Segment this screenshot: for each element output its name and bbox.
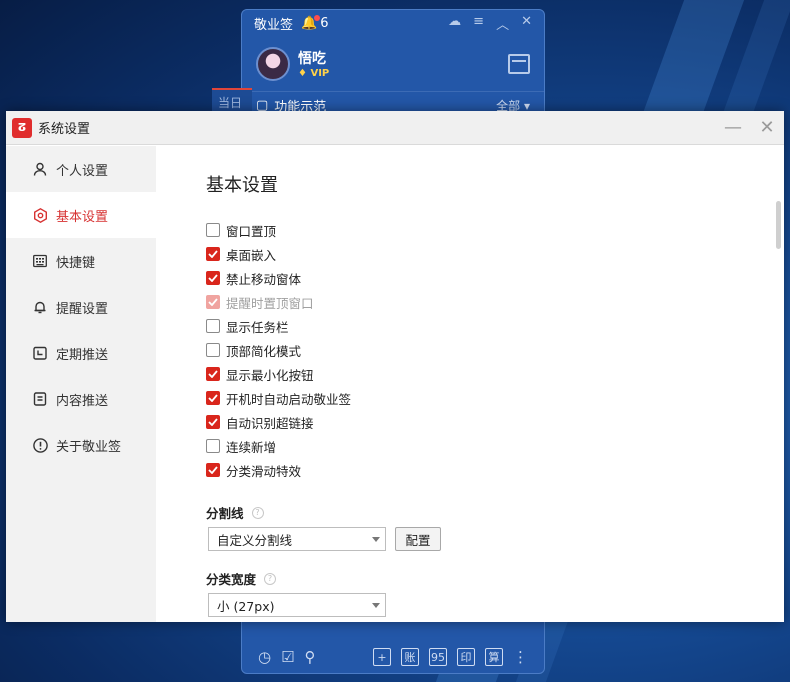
sidebar-item-label: 内容推送 <box>56 393 109 409</box>
note-app-title: 敬业签 <box>254 17 294 33</box>
calendar-icon[interactable] <box>508 53 530 74</box>
scrollbar-thumb[interactable] <box>776 201 781 249</box>
sidebar-item-shortcuts[interactable]: 快捷键 <box>6 238 156 284</box>
option-label: 显示最小化按钮 <box>226 367 314 383</box>
option-row[interactable]: 分类滑动特效 <box>206 458 351 482</box>
option-label: 显示任务栏 <box>226 319 289 335</box>
sidebar-item-reminders[interactable]: 提醒设置 <box>6 284 156 330</box>
checkbox-checked[interactable] <box>206 367 220 381</box>
category-width-select[interactable]: 小 (27px) <box>208 593 386 617</box>
sidebar-item-personal[interactable]: 个人设置 <box>6 146 156 192</box>
minimize-button[interactable]: — <box>716 111 750 145</box>
document-icon <box>32 391 48 407</box>
option-row[interactable]: 开机时自动启动敬业签 <box>206 386 351 410</box>
sidebar-item-label: 个人设置 <box>56 163 109 179</box>
note-toolbar: ◷ ☑ ⚲ + 账 95 印 算 ⋮ <box>242 641 544 673</box>
calculate-button[interactable]: 算 <box>485 648 503 666</box>
divider-config-button[interactable]: 配置 <box>395 527 441 551</box>
help-icon[interactable]: ? <box>251 506 264 519</box>
sidebar-item-label: 关于敬业签 <box>56 439 122 455</box>
close-button[interactable]: ✕ <box>750 111 784 145</box>
option-row[interactable]: 顶部简化模式 <box>206 338 351 362</box>
settings-dialog: ⵒ 系统设置 — ✕ 个人设置 基本设置 快捷键 提醒设置 定期推送 内容推送 … <box>6 111 784 622</box>
option-row[interactable]: 连续新增 <box>206 434 351 458</box>
bell-icon <box>32 299 48 315</box>
option-row[interactable]: 自动识别超链接 <box>206 410 351 434</box>
info-icon <box>32 437 48 453</box>
checkbox-checked[interactable] <box>206 391 220 405</box>
option-label: 桌面嵌入 <box>226 247 277 263</box>
divider-label: 分割线 ? <box>206 503 264 522</box>
category-width-label: 分类宽度 ? <box>206 569 277 588</box>
user-icon <box>32 161 48 177</box>
option-label: 窗口置顶 <box>226 223 277 239</box>
title-bar[interactable]: ⵒ 系统设置 — ✕ <box>6 111 784 145</box>
chevron-down-icon <box>367 536 385 542</box>
option-label: 开机时自动启动敬业签 <box>226 391 352 407</box>
sidebar-item-label: 提醒设置 <box>56 301 109 317</box>
option-label: 分类滑动特效 <box>226 463 302 479</box>
note-user-bar: 悟吃 ♦ VIP <box>242 36 544 92</box>
sidebar-item-basic[interactable]: 基本设置 <box>6 192 156 238</box>
bell-icon[interactable]: 🔔 <box>301 14 321 31</box>
divider-select[interactable]: 自定义分割线 <box>208 527 386 551</box>
bell-count: 6 <box>320 15 329 31</box>
settings-content: 基本设置 窗口置顶桌面嵌入禁止移动窗体 提醒时置顶窗口 显示任务栏顶部简化模式 显示最… <box>156 146 784 622</box>
checkbox-checked[interactable] <box>206 271 220 285</box>
target-icon <box>32 207 48 223</box>
page-title: 基本设置 <box>206 175 278 196</box>
collapse-icon[interactable]: ︿ <box>496 14 509 33</box>
option-label: 禁止移动窗体 <box>226 271 302 287</box>
checkbox[interactable] <box>206 319 220 333</box>
username: 悟吃 <box>298 51 326 67</box>
category-width-value: 小 (27px) <box>217 598 275 614</box>
option-row[interactable]: 桌面嵌入 <box>206 242 351 266</box>
checklist-icon[interactable]: ☑ <box>281 648 294 666</box>
checkbox-checked <box>206 295 220 309</box>
print-button[interactable]: 印 <box>457 648 475 666</box>
checkbox[interactable] <box>206 223 220 237</box>
options-list: 窗口置顶桌面嵌入禁止移动窗体 提醒时置顶窗口 显示任务栏顶部简化模式 显示最小化按钮开… <box>206 218 351 482</box>
chevron-down-icon <box>367 602 385 608</box>
sidebar-item-label: 基本设置 <box>56 209 109 225</box>
vip-badge: ♦ VIP <box>298 68 330 79</box>
app-logo-icon: ⵒ <box>12 117 32 138</box>
option-label: 自动识别超链接 <box>226 415 314 431</box>
help-icon[interactable]: ? <box>264 572 277 585</box>
checkbox-checked[interactable] <box>206 463 220 477</box>
sidebar-item-content-push[interactable]: 内容推送 <box>6 376 156 422</box>
calendar-push-icon <box>32 345 48 361</box>
checkbox[interactable] <box>206 439 220 453</box>
sidebar-item-about[interactable]: 关于敬业签 <box>6 422 156 468</box>
option-row: 提醒时置顶窗口 <box>206 290 351 314</box>
checkbox-checked[interactable] <box>206 247 220 261</box>
close-icon[interactable]: ✕ <box>521 14 532 33</box>
more-icon[interactable]: ⋮ <box>513 648 528 666</box>
keyboard-icon <box>32 253 48 269</box>
settings-sidebar: 个人设置 基本设置 快捷键 提醒设置 定期推送 内容推送 关于敬业签 <box>6 146 156 622</box>
window-title: 系统设置 <box>38 122 91 137</box>
avatar[interactable] <box>256 46 290 81</box>
option-label: 顶部简化模式 <box>226 343 302 359</box>
menu-icon[interactable]: ≡ <box>473 14 484 33</box>
option-label: 连续新增 <box>226 439 277 455</box>
count-button[interactable]: 95 <box>429 648 447 666</box>
note-header: 敬业签 🔔 6 ☁ ≡ ︿ ✕ <box>242 10 544 36</box>
checkbox-checked[interactable] <box>206 415 220 429</box>
sidebar-item-label: 快捷键 <box>56 255 96 271</box>
account-button[interactable]: 账 <box>401 648 419 666</box>
search-icon[interactable]: ⚲ <box>305 648 316 666</box>
option-row[interactable]: 显示最小化按钮 <box>206 362 351 386</box>
sidebar-item-scheduled-push[interactable]: 定期推送 <box>6 330 156 376</box>
cloud-sync-icon[interactable]: ☁ <box>448 14 461 33</box>
option-label: 提醒时置顶窗口 <box>226 295 314 311</box>
add-button[interactable]: + <box>373 648 391 666</box>
option-row[interactable]: 禁止移动窗体 <box>206 266 351 290</box>
sidebar-item-label: 定期推送 <box>56 347 109 363</box>
checkbox[interactable] <box>206 343 220 357</box>
option-row[interactable]: 显示任务栏 <box>206 314 351 338</box>
option-row[interactable]: 窗口置顶 <box>206 218 351 242</box>
divider-select-value: 自定义分割线 <box>217 532 293 548</box>
clock-icon[interactable]: ◷ <box>258 648 271 666</box>
